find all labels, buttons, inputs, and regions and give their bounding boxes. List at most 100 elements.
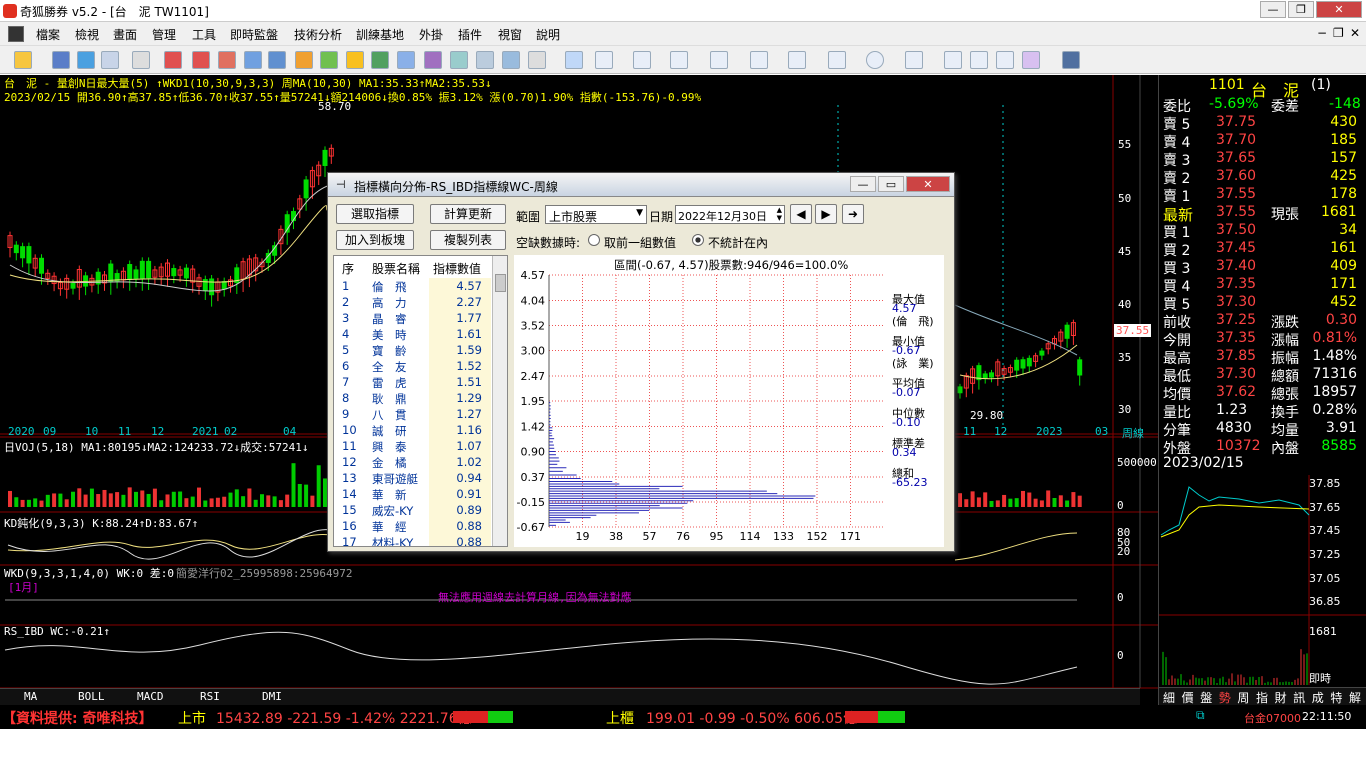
period-label[interactable]: 周線 <box>1122 425 1144 441</box>
quote-tab[interactable]: 周 <box>1237 689 1249 706</box>
chart-mode-icon[interactable] <box>8 26 24 42</box>
list-item[interactable]: 2 高 力 2.27 <box>334 294 490 310</box>
fan-tool-icon[interactable] <box>710 51 728 69</box>
range-select[interactable]: 上市股票 ▼ <box>545 205 647 224</box>
dialog-title-bar[interactable]: ⊣ 指標橫向分佈-RS_IBD指標線WC-周線 — ▭ ✕ <box>328 173 954 197</box>
tab-macd[interactable]: MACD <box>137 690 164 703</box>
window-icon[interactable] <box>52 51 70 69</box>
mdi-close-icon[interactable]: ✕ <box>1350 26 1360 40</box>
list-item[interactable]: 7 雷 虎 1.51 <box>334 374 490 390</box>
quote-tab[interactable]: 指 <box>1256 689 1268 706</box>
list-item[interactable]: 17 材料-KY 0.88 <box>334 534 490 546</box>
quote-tab[interactable]: 成 <box>1312 689 1324 706</box>
close-button[interactable]: ✕ <box>1316 1 1362 18</box>
quote-tab[interactable]: 財 <box>1275 689 1287 706</box>
shape-icon[interactable] <box>996 51 1014 69</box>
quote-tab[interactable]: 特 <box>1330 689 1342 706</box>
list-item[interactable]: 10 誠 研 1.16 <box>334 422 490 438</box>
kline-icon[interactable] <box>450 51 468 69</box>
menu-plugin[interactable]: 外掛 <box>419 26 443 43</box>
spinner-icon[interactable]: ▲ ▼ <box>777 206 782 222</box>
line-icon[interactable] <box>476 51 494 69</box>
list-icon[interactable] <box>218 51 236 69</box>
dialog-minimize-button[interactable]: — <box>850 176 876 192</box>
list-item[interactable]: 4 美 時 1.61 <box>334 326 490 342</box>
list-item[interactable]: 15 威宏-KY 0.89 <box>334 502 490 518</box>
radio-exclude-label[interactable]: 不統計在內 <box>708 234 768 251</box>
list-item[interactable]: 1 倫 飛 4.57 <box>334 278 490 294</box>
menu-window[interactable]: 視窗 <box>498 26 522 43</box>
jump-arrow-button[interactable]: ➜ <box>842 204 864 224</box>
menu-tech-analysis[interactable]: 技術分析 <box>294 26 342 43</box>
tab-boll[interactable]: BOLL <box>78 690 105 703</box>
quote-tab[interactable]: 細 <box>1163 689 1175 706</box>
line-tool-icon[interactable] <box>595 51 613 69</box>
minimize-button[interactable]: — <box>1260 1 1286 18</box>
scroll-thumb[interactable] <box>495 274 506 292</box>
add-to-group-button[interactable]: 加入到板塊 <box>336 230 414 250</box>
copy-tool-icon[interactable] <box>944 51 962 69</box>
export-icon[interactable] <box>371 51 389 69</box>
channel-tool-icon[interactable] <box>788 51 806 69</box>
col-header-rank[interactable]: 序 <box>342 260 354 277</box>
list-item[interactable]: 8 耿 鼎 1.29 <box>334 390 490 406</box>
fib-tool-icon[interactable] <box>633 51 651 69</box>
radio-prev-label[interactable]: 取前一組數值 <box>604 234 676 251</box>
chevron-down-icon[interactable]: ▼ <box>636 208 643 218</box>
report-icon[interactable] <box>397 51 415 69</box>
quote-tab[interactable]: 勢 <box>1219 689 1231 706</box>
save-icon[interactable] <box>1062 51 1080 69</box>
tab-dmi[interactable]: DMI <box>262 690 282 703</box>
menu-training[interactable]: 訓練基地 <box>356 26 404 43</box>
select-indicator-button[interactable]: 選取指標 <box>336 204 414 224</box>
pin-icon[interactable]: ⊣ <box>336 178 346 191</box>
list-item[interactable]: 13 東哥遊艇 0.94 <box>334 470 490 486</box>
leaf-icon[interactable] <box>320 51 338 69</box>
rectangle-tool-icon[interactable] <box>828 51 846 69</box>
chart-green-icon[interactable] <box>192 51 210 69</box>
col-header-name[interactable]: 股票名稱 <box>372 260 420 277</box>
settings-panel-icon[interactable] <box>528 51 546 69</box>
warning-icon[interactable] <box>346 51 364 69</box>
list-item[interactable]: 14 華 新 0.91 <box>334 486 490 502</box>
menu-monitor[interactable]: 即時監盤 <box>230 26 278 43</box>
menu-help[interactable]: 說明 <box>536 26 560 43</box>
list-item[interactable]: 9 八 貫 1.27 <box>334 406 490 422</box>
dialog-close-button[interactable]: ✕ <box>906 176 950 192</box>
menu-manage[interactable]: 管理 <box>152 26 176 43</box>
tab-ma[interactable]: MA <box>24 690 37 703</box>
grid-icon[interactable] <box>244 51 262 69</box>
list-item[interactable]: 5 寶 齡 1.59 <box>334 342 490 358</box>
gann-tool-icon[interactable] <box>750 51 768 69</box>
screen-icon[interactable] <box>101 51 119 69</box>
copy-list-button[interactable]: 複製列表 <box>430 230 506 250</box>
menu-addons[interactable]: 插件 <box>458 26 482 43</box>
menu-file[interactable]: 檔案 <box>36 26 60 43</box>
draw-cursor-icon[interactable] <box>565 51 583 69</box>
ranking-list[interactable]: 序 股票名稱 指標數值 1 倫 飛 4.57 2 高 力 2.27 3 晶 睿 1.77 4 美 時… <box>333 255 508 547</box>
open-folder-icon[interactable] <box>14 51 32 69</box>
mdi-minimize-icon[interactable]: − <box>1317 26 1327 40</box>
chart-red-icon[interactable] <box>164 51 182 69</box>
calc-update-button[interactable]: 計算更新 <box>430 204 506 224</box>
tab-rsi[interactable]: RSI <box>200 690 220 703</box>
stack-icon[interactable] <box>295 51 313 69</box>
weight-icon[interactable] <box>132 51 150 69</box>
prev-arrow-button[interactable]: ◀ <box>790 204 812 224</box>
minute-icon[interactable] <box>502 51 520 69</box>
list-item[interactable]: 6 全 友 1.52 <box>334 358 490 374</box>
color-palette-icon[interactable] <box>1022 51 1040 69</box>
menu-screen[interactable]: 畫面 <box>113 26 137 43</box>
crosshair-icon[interactable] <box>77 51 95 69</box>
radio-exclude[interactable] <box>692 234 704 246</box>
list-item[interactable]: 16 華 經 0.88 <box>334 518 490 534</box>
menu-tools[interactable]: 工具 <box>192 26 216 43</box>
vertical-lines-icon[interactable] <box>670 51 688 69</box>
menu-view[interactable]: 檢視 <box>75 26 99 43</box>
list-item[interactable]: 11 興 泰 1.07 <box>334 438 490 454</box>
dialog-maximize-button[interactable]: ▭ <box>878 176 904 192</box>
list-item[interactable]: 3 晶 睿 1.77 <box>334 310 490 326</box>
quote-tab[interactable]: 解 <box>1349 689 1361 706</box>
radio-prev-value[interactable] <box>588 234 600 246</box>
quote-tab[interactable]: 盤 <box>1200 689 1212 706</box>
